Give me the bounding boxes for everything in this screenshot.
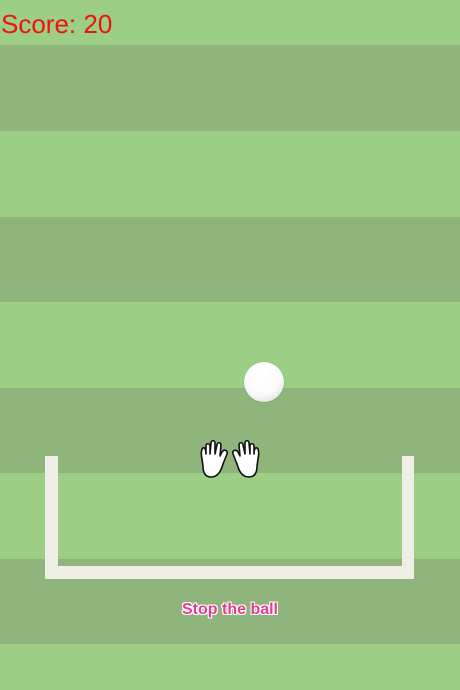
game-field[interactable]: Score: 20 Stop the ball xyxy=(0,0,460,690)
goalkeeper-gloves-icon[interactable] xyxy=(196,440,264,480)
field-stripe xyxy=(0,473,460,559)
field-stripe xyxy=(0,302,460,388)
soccer-ball-icon xyxy=(244,362,284,402)
field-stripe xyxy=(0,644,460,690)
field-stripe xyxy=(0,45,460,131)
goal-right-post xyxy=(402,456,414,579)
goal-crossbar xyxy=(45,566,414,579)
goal-left-post xyxy=(45,456,58,579)
field-stripe xyxy=(0,217,460,302)
instruction-text: Stop the ball xyxy=(182,601,278,618)
score-counter: Score: 20 xyxy=(1,9,113,39)
field-stripe xyxy=(0,131,460,217)
